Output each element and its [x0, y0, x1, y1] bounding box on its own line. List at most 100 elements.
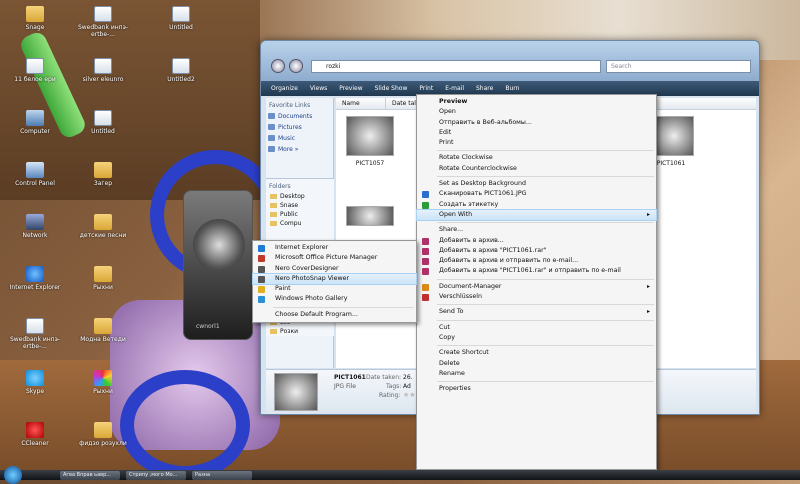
- menu-item[interactable]: Отправить в Веб-альбомы...: [417, 118, 656, 128]
- favorite-link[interactable]: Documents: [266, 111, 333, 122]
- desktop-icon[interactable]: silver eleunro: [70, 58, 136, 83]
- submenu-arrow-icon: ▸: [646, 210, 650, 218]
- menu-item[interactable]: Добавить в архив "PICT1061.rar" и отправ…: [417, 266, 656, 276]
- menu-separator: [437, 319, 654, 321]
- desktop-icon[interactable]: Snage: [2, 6, 68, 31]
- desktop-icon[interactable]: Untitled: [148, 6, 214, 31]
- toolbar-button[interactable]: Share: [476, 85, 493, 92]
- toolbar-button[interactable]: Preview: [339, 85, 362, 92]
- menu-item[interactable]: Verschlüsseln: [417, 292, 656, 302]
- menu-item[interactable]: Добавить в архив "PICT1061.rar": [417, 246, 656, 256]
- desktop-icon[interactable]: Control Panel: [2, 162, 68, 187]
- desktop-icon[interactable]: Рыхни: [70, 370, 136, 395]
- camera-gadget[interactable]: cwnorl1: [183, 190, 253, 340]
- menu-item-label: Edit: [439, 128, 452, 136]
- menu-item[interactable]: Создать этикетку: [417, 200, 656, 210]
- col-name[interactable]: Name: [336, 98, 386, 109]
- favorite-link[interactable]: Music: [266, 133, 333, 144]
- desktop-icon[interactable]: Рыхни: [70, 266, 136, 291]
- desktop-icon[interactable]: Skype: [2, 370, 68, 395]
- start-button[interactable]: [4, 466, 22, 484]
- toolbar-button[interactable]: Burn: [505, 85, 519, 92]
- mspm-icon: [258, 255, 265, 263]
- desktop-icon-label: Swedbank инпэ-ertbe-...: [9, 336, 61, 350]
- menu-item[interactable]: Rotate Counterclockwise: [417, 164, 656, 174]
- menu-item[interactable]: Windows Photo Gallery: [253, 294, 416, 304]
- menu-item[interactable]: Cut: [417, 323, 656, 333]
- desktop-icon[interactable]: Computer: [2, 110, 68, 135]
- desktop-icon[interactable]: фидзо розухли: [70, 422, 136, 447]
- desktop-icon[interactable]: Untitled2: [148, 58, 214, 83]
- desktop-icon[interactable]: Untitled: [70, 110, 136, 135]
- menu-item[interactable]: Delete: [417, 359, 656, 369]
- menu-item[interactable]: Nero CoverDesigner: [253, 264, 416, 274]
- skype-icon: [26, 370, 44, 386]
- desktop-icon[interactable]: Модна Ветеди: [70, 318, 136, 343]
- forward-button[interactable]: [289, 59, 303, 73]
- folder-tree-item[interactable]: Public: [266, 210, 334, 219]
- taskbar-button[interactable]: Агва Вправ ьавр...: [60, 471, 120, 480]
- pc-icon: [26, 110, 44, 126]
- file-thumbnail[interactable]: [346, 116, 394, 156]
- gal-icon: [94, 370, 112, 386]
- desktop-icon[interactable]: CCleaner: [2, 422, 68, 447]
- back-button[interactable]: [271, 59, 285, 73]
- menu-item[interactable]: Print: [417, 138, 656, 148]
- taskbar-button[interactable]: Стрипу ,мого Мо...: [126, 471, 186, 480]
- tags-value[interactable]: Ad: [403, 383, 411, 390]
- menu-item[interactable]: Document-Manager ▸: [417, 282, 656, 292]
- menu-item[interactable]: Choose Default Program...: [253, 310, 416, 320]
- desktop-icon-label: Рыхни: [93, 284, 113, 291]
- folder-tree-item[interactable]: Compu: [266, 219, 334, 228]
- menu-item[interactable]: Nero PhotoSnap Viewer: [252, 272, 417, 286]
- menu-item[interactable]: Paint: [253, 284, 416, 294]
- search-input[interactable]: Search: [606, 60, 751, 73]
- favorite-link[interactable]: Pictures: [266, 122, 333, 133]
- menu-item[interactable]: Internet Explorer: [253, 243, 416, 253]
- menu-item[interactable]: Open: [417, 107, 656, 117]
- menu-item[interactable]: Сканировать PICT1061.JPG: [417, 189, 656, 199]
- folder-tree-item[interactable]: Snase: [266, 201, 334, 210]
- menu-item[interactable]: Rename: [417, 369, 656, 379]
- menu-item[interactable]: Copy: [417, 333, 656, 343]
- file-thumbnail[interactable]: [346, 206, 394, 226]
- desktop-icon[interactable]: Swedbank инпэ-ertbe-...: [70, 6, 136, 38]
- title-bar: rozki Search: [261, 41, 759, 81]
- desktop-icon[interactable]: детские песни: [70, 214, 136, 239]
- desktop-icon[interactable]: Network: [2, 214, 68, 239]
- menu-item[interactable]: Rotate Clockwise: [417, 153, 656, 163]
- desktop-icon[interactable]: 11 белое ери: [2, 58, 68, 83]
- doc-icon: [422, 283, 429, 291]
- menu-item[interactable]: Send To ▸: [417, 307, 656, 317]
- menu-item[interactable]: Share...: [417, 225, 656, 235]
- desktop-icon[interactable]: Internet Explorer: [2, 266, 68, 291]
- menu-item[interactable]: Open With ▸: [416, 208, 657, 222]
- toolbar-button[interactable]: Print: [419, 85, 433, 92]
- menu-item[interactable]: Edit: [417, 128, 656, 138]
- ccl-icon: [26, 422, 44, 438]
- menu-item-label: Добавить в архив "PICT1061.rar": [439, 246, 547, 254]
- menu-item-label: Share...: [439, 226, 464, 234]
- toolbar-button[interactable]: Views: [310, 85, 327, 92]
- folder-tree-item[interactable]: Розки: [266, 327, 334, 336]
- menu-item[interactable]: Create Shortcut: [417, 348, 656, 358]
- menu-item[interactable]: Properties: [417, 384, 656, 394]
- toolbar-button[interactable]: Slide Show: [375, 85, 408, 92]
- address-bar[interactable]: rozki: [311, 60, 601, 73]
- menu-item[interactable]: Preview: [417, 97, 656, 107]
- favorite-link[interactable]: More »: [266, 144, 333, 155]
- desktop-icon[interactable]: Загер: [70, 162, 136, 187]
- folder-icon: [94, 266, 112, 282]
- toolbar-button[interactable]: Organize: [271, 85, 298, 92]
- menu-item[interactable]: Microsoft Office Picture Manager: [253, 253, 416, 263]
- desktop-icon[interactable]: Swedbank инпэ-ertbe-...: [2, 318, 68, 350]
- menu-item[interactable]: Set as Desktop Background: [417, 179, 656, 189]
- folder-tree-item[interactable]: Desktop: [266, 192, 334, 201]
- menu-item[interactable]: Добавить в архив и отправить по e-mail..…: [417, 256, 656, 266]
- taskbar: Агва Вправ ьавр... Стрипу ,мого Мо... Разн…: [0, 466, 800, 484]
- toolbar-button[interactable]: E-mail: [445, 85, 464, 92]
- taskbar-button[interactable]: Разна: [192, 471, 252, 480]
- file-thumbnail[interactable]: [654, 116, 694, 156]
- folders-header[interactable]: Folders: [266, 179, 334, 192]
- menu-item[interactable]: Добавить в архив...: [417, 236, 656, 246]
